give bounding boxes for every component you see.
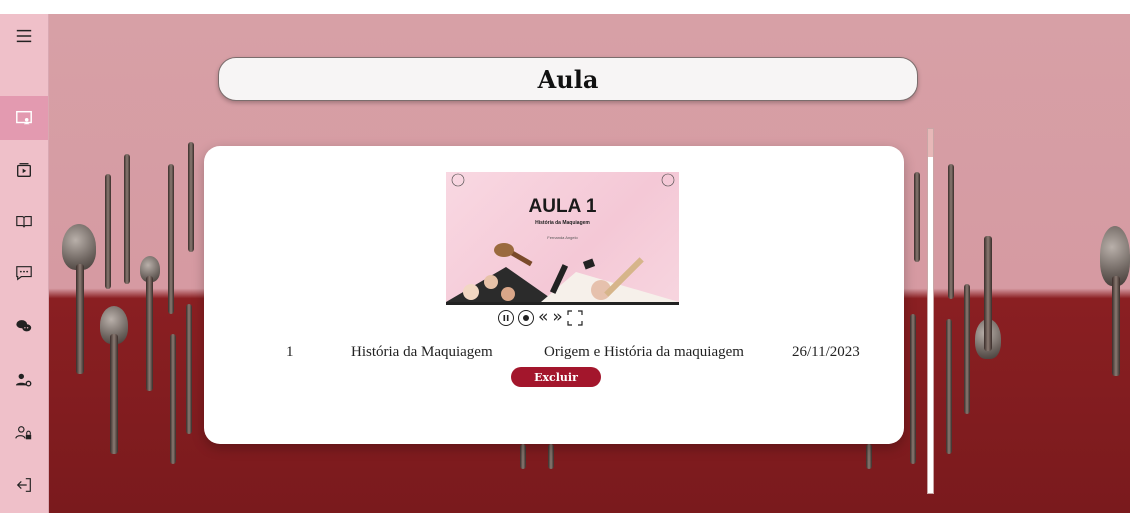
- pause-icon: [503, 314, 509, 321]
- video-player-icon: [17, 163, 31, 177]
- menu-icon: [16, 29, 32, 43]
- sidebar-item-forum[interactable]: [0, 304, 48, 348]
- sidebar-item-videos[interactable]: [0, 148, 48, 192]
- logout-icon: [16, 478, 31, 492]
- sidebar-item-messages[interactable]: [0, 251, 48, 295]
- top-border: [0, 0, 1130, 14]
- sidebar-item-user-settings[interactable]: [0, 358, 48, 402]
- delete-button[interactable]: Excluir: [511, 367, 601, 387]
- forward-icon: »: [552, 307, 563, 327]
- rewind-button[interactable]: «: [538, 309, 548, 326]
- classroom-icon: [16, 110, 32, 125]
- fullscreen-button[interactable]: [567, 309, 583, 326]
- menu-button[interactable]: [0, 14, 48, 58]
- thumbnail-title: AULA 1: [528, 196, 597, 217]
- user-lock-icon: [15, 426, 32, 440]
- lesson-name: História da Maquiagem: [351, 344, 493, 360]
- stop-icon: [523, 314, 529, 321]
- sidebar-item-user-security[interactable]: [0, 411, 48, 455]
- sidebar-item-library[interactable]: [0, 200, 48, 244]
- sidebar-item-logout[interactable]: [0, 463, 48, 507]
- book-icon: [16, 216, 32, 228]
- thumbnail-author: Fernanda Angelo: [547, 235, 578, 240]
- lesson-number: 1: [286, 344, 294, 360]
- page-header: Aula: [218, 57, 918, 101]
- pause-button[interactable]: [498, 309, 514, 326]
- lesson-video-thumbnail[interactable]: AULA 1 História da Maquiagem Fernanda An…: [446, 172, 679, 305]
- sidebar-item-classroom[interactable]: [0, 96, 48, 140]
- scrollbar-thumb[interactable]: [928, 129, 933, 157]
- page-title: Aula: [537, 64, 599, 94]
- rewind-icon: «: [538, 307, 549, 327]
- chat-icon: [16, 266, 32, 281]
- lesson-date: 26/11/2023: [792, 344, 860, 360]
- video-controls: « »: [498, 309, 583, 326]
- chat-bubbles-icon: [16, 320, 32, 332]
- lesson-description: Origem e História da maquiagem: [544, 344, 744, 360]
- scrollbar[interactable]: [927, 128, 934, 494]
- forward-button[interactable]: »: [552, 309, 562, 326]
- fullscreen-icon: [567, 309, 583, 326]
- user-settings-icon: [15, 373, 32, 387]
- lesson-card: AULA 1 História da Maquiagem Fernanda An…: [204, 146, 904, 444]
- thumbnail-subtitle: História da Maquiagem: [535, 220, 590, 226]
- sidebar: [0, 14, 49, 513]
- stop-button[interactable]: [518, 309, 534, 326]
